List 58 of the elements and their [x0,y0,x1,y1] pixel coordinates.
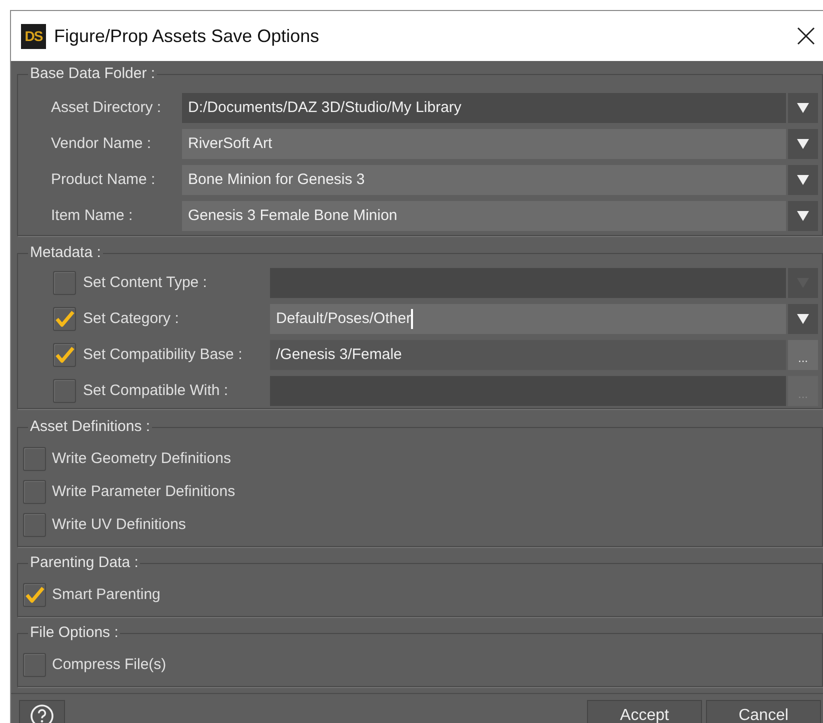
field-label: Item Name : [50,206,134,226]
field-value: D:/Documents/DAZ 3D/Studio/My Library [188,98,462,118]
option-label: Set Category : [83,308,179,329]
option-label: Write UV Definitions [52,514,186,535]
field-value: Default/Poses/Other [276,308,412,329]
checkbox[interactable] [23,513,46,537]
dropdown-button[interactable] [788,129,818,159]
close-icon [797,27,815,45]
checkbox[interactable] [53,343,76,367]
help-button[interactable] [19,700,65,723]
field-value: Genesis 3 Female Bone Minion [188,206,398,226]
field-value: RiverSoft Art [188,134,272,154]
browse-button[interactable]: ... [788,340,818,370]
field-value: Bone Minion for Genesis 3 [188,170,365,190]
dropdown-button[interactable] [788,165,818,195]
dropdown-button[interactable] [788,201,818,231]
combo-box[interactable]: D:/Documents/DAZ 3D/Studio/My Library [182,93,786,123]
accept-button[interactable]: Accept [587,700,702,723]
combo-box[interactable]: RiverSoft Art [182,129,786,159]
option-label: Set Compatible With : [83,380,228,401]
window-title: Figure/Prop Assets Save Options [54,24,320,48]
app-logo: DS [21,24,46,48]
checkbox[interactable] [23,480,46,504]
field-label: Product Name : [50,170,156,190]
option-label: Set Content Type : [83,272,207,293]
option-label: Compress File(s) [52,654,166,675]
dropdown-arrow-icon [797,175,809,185]
checkbox[interactable] [53,307,76,331]
cancel-button[interactable]: Cancel [706,700,821,723]
option-label: Write Parameter Definitions [52,482,236,502]
combo-box[interactable]: Genesis 3 Female Bone Minion [182,201,786,231]
help-icon [30,704,54,723]
checkbox[interactable] [23,653,46,677]
dropdown-button[interactable] [788,304,818,334]
field-label: Vendor Name : [50,134,152,154]
checkbox[interactable] [53,379,76,403]
checkmark-icon [54,310,74,328]
field-value: /Genesis 3/Female [276,344,402,365]
combo-box[interactable]: Bone Minion for Genesis 3 [182,165,786,195]
checkbox[interactable] [23,583,46,607]
combo-box[interactable]: Default/Poses/Other [270,304,786,334]
dropdown-arrow-icon [797,314,809,324]
field-label: Asset Directory : [50,98,162,118]
dropdown-arrow-icon [797,103,809,113]
checkmark-icon [24,586,44,604]
text-field[interactable]: /Genesis 3/Female [270,340,786,370]
option-label: Set Compatibility Base : [83,344,242,365]
checkbox[interactable] [23,447,46,471]
text-cursor [411,309,414,329]
dropdown-button[interactable] [788,93,818,123]
checkbox[interactable] [53,271,76,295]
group-title: Parenting Data : [28,553,140,573]
group-title: File Options : [28,623,120,643]
option-label: Smart Parenting [52,584,160,605]
dropdown-arrow-icon [797,211,809,221]
option-label: Write Geometry Definitions [52,448,231,469]
checkmark-icon [54,346,74,364]
dropdown-arrow-icon [797,139,809,149]
